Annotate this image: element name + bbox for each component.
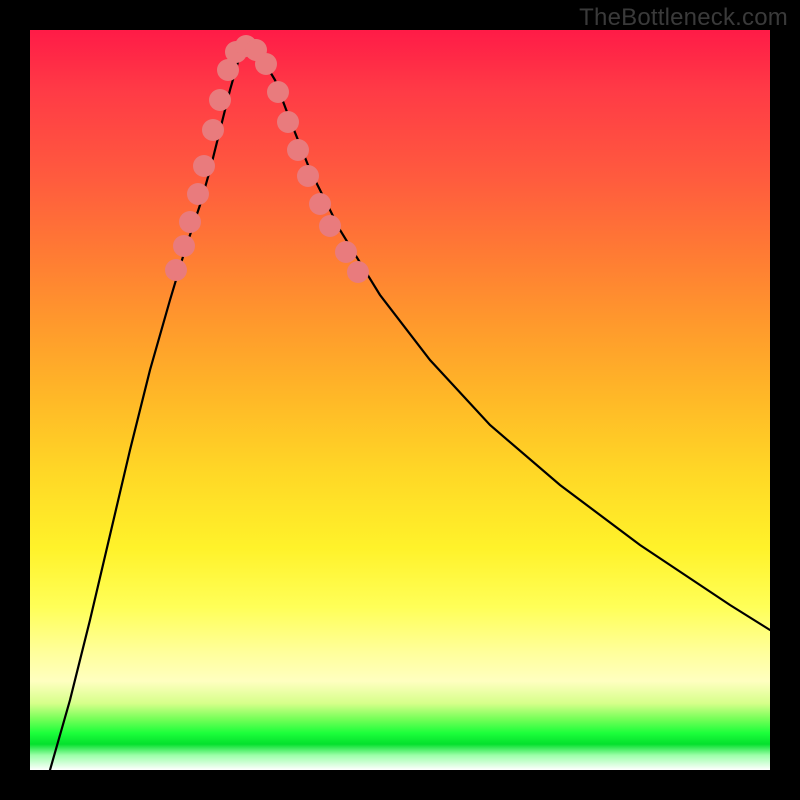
bottleneck-curve: [50, 45, 770, 770]
data-marker: [267, 81, 289, 103]
data-marker: [202, 119, 224, 141]
data-marker: [287, 139, 309, 161]
data-marker: [309, 193, 331, 215]
data-marker: [193, 155, 215, 177]
data-marker: [165, 259, 187, 281]
marker-group: [165, 35, 369, 283]
chart-frame: TheBottleneck.com: [0, 0, 800, 800]
chart-svg: [30, 30, 770, 770]
data-marker: [187, 183, 209, 205]
data-marker: [209, 89, 231, 111]
data-marker: [297, 165, 319, 187]
data-marker: [277, 111, 299, 133]
plot-area: [30, 30, 770, 770]
watermark-text: TheBottleneck.com: [579, 4, 788, 32]
data-marker: [347, 261, 369, 283]
data-marker: [173, 235, 195, 257]
data-marker: [335, 241, 357, 263]
data-marker: [255, 53, 277, 75]
data-marker: [179, 211, 201, 233]
data-marker: [319, 215, 341, 237]
